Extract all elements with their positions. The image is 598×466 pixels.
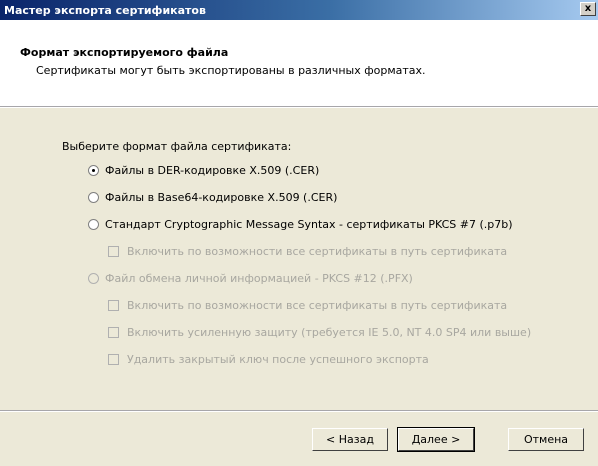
option-pkcs7[interactable]: Стандарт Cryptographic Message Syntax - … (88, 218, 513, 231)
option-pfx-include-chain-label: Включить по возможности все сертификаты … (127, 299, 508, 312)
radio-pkcs7[interactable] (88, 219, 99, 230)
format-prompt: Выберите формат файла сертификата: (62, 140, 292, 153)
option-base64-label: Файлы в Base64-кодировке X.509 (.CER) (105, 191, 338, 204)
option-pfx-label: Файл обмена личной информацией - PKCS #1… (105, 272, 413, 285)
radio-der[interactable] (88, 165, 99, 176)
close-button[interactable]: x (580, 2, 596, 16)
option-pfx-strong-protection-label: Включить усиленную защиту (требуется IE … (127, 326, 532, 339)
cancel-button[interactable]: Отмена (508, 428, 584, 451)
header-divider (0, 106, 598, 108)
wizard-header: Формат экспортируемого файла Сертификаты… (0, 20, 598, 106)
option-der-label: Файлы в DER-кодировке X.509 (.CER) (105, 164, 320, 177)
option-der[interactable]: Файлы в DER-кодировке X.509 (.CER) (88, 164, 319, 177)
window-title: Мастер экспорта сертификатов (4, 4, 206, 17)
close-icon: x (584, 3, 592, 14)
back-button[interactable]: < Назад (312, 428, 388, 451)
option-pfx-strong-protection: Включить усиленную защиту (требуется IE … (108, 326, 531, 339)
option-pkcs7-label: Стандарт Cryptographic Message Syntax - … (105, 218, 513, 231)
option-pfx-delete-key-label: Удалить закрытый ключ после успешного эк… (127, 353, 429, 366)
option-pkcs7-include-chain: Включить по возможности все сертификаты … (108, 245, 507, 258)
radio-pfx (88, 273, 99, 284)
option-pfx-include-chain: Включить по возможности все сертификаты … (108, 299, 507, 312)
page-subtitle: Сертификаты могут быть экспортированы в … (36, 64, 426, 77)
radio-base64[interactable] (88, 192, 99, 203)
checkbox-pkcs7-include-chain (108, 246, 119, 257)
title-bar: Мастер экспорта сертификатов x (0, 0, 598, 20)
option-pfx-delete-key: Удалить закрытый ключ после успешного эк… (108, 353, 429, 366)
checkbox-pfx-include-chain (108, 300, 119, 311)
footer-divider (0, 410, 598, 412)
option-pfx: Файл обмена личной информацией - PKCS #1… (88, 272, 413, 285)
next-button[interactable]: Далее > (397, 427, 475, 452)
page-title: Формат экспортируемого файла (20, 46, 229, 59)
option-pkcs7-include-chain-label: Включить по возможности все сертификаты … (127, 245, 508, 258)
checkbox-pfx-delete-key (108, 354, 119, 365)
option-base64[interactable]: Файлы в Base64-кодировке X.509 (.CER) (88, 191, 337, 204)
checkbox-pfx-strong-protection (108, 327, 119, 338)
